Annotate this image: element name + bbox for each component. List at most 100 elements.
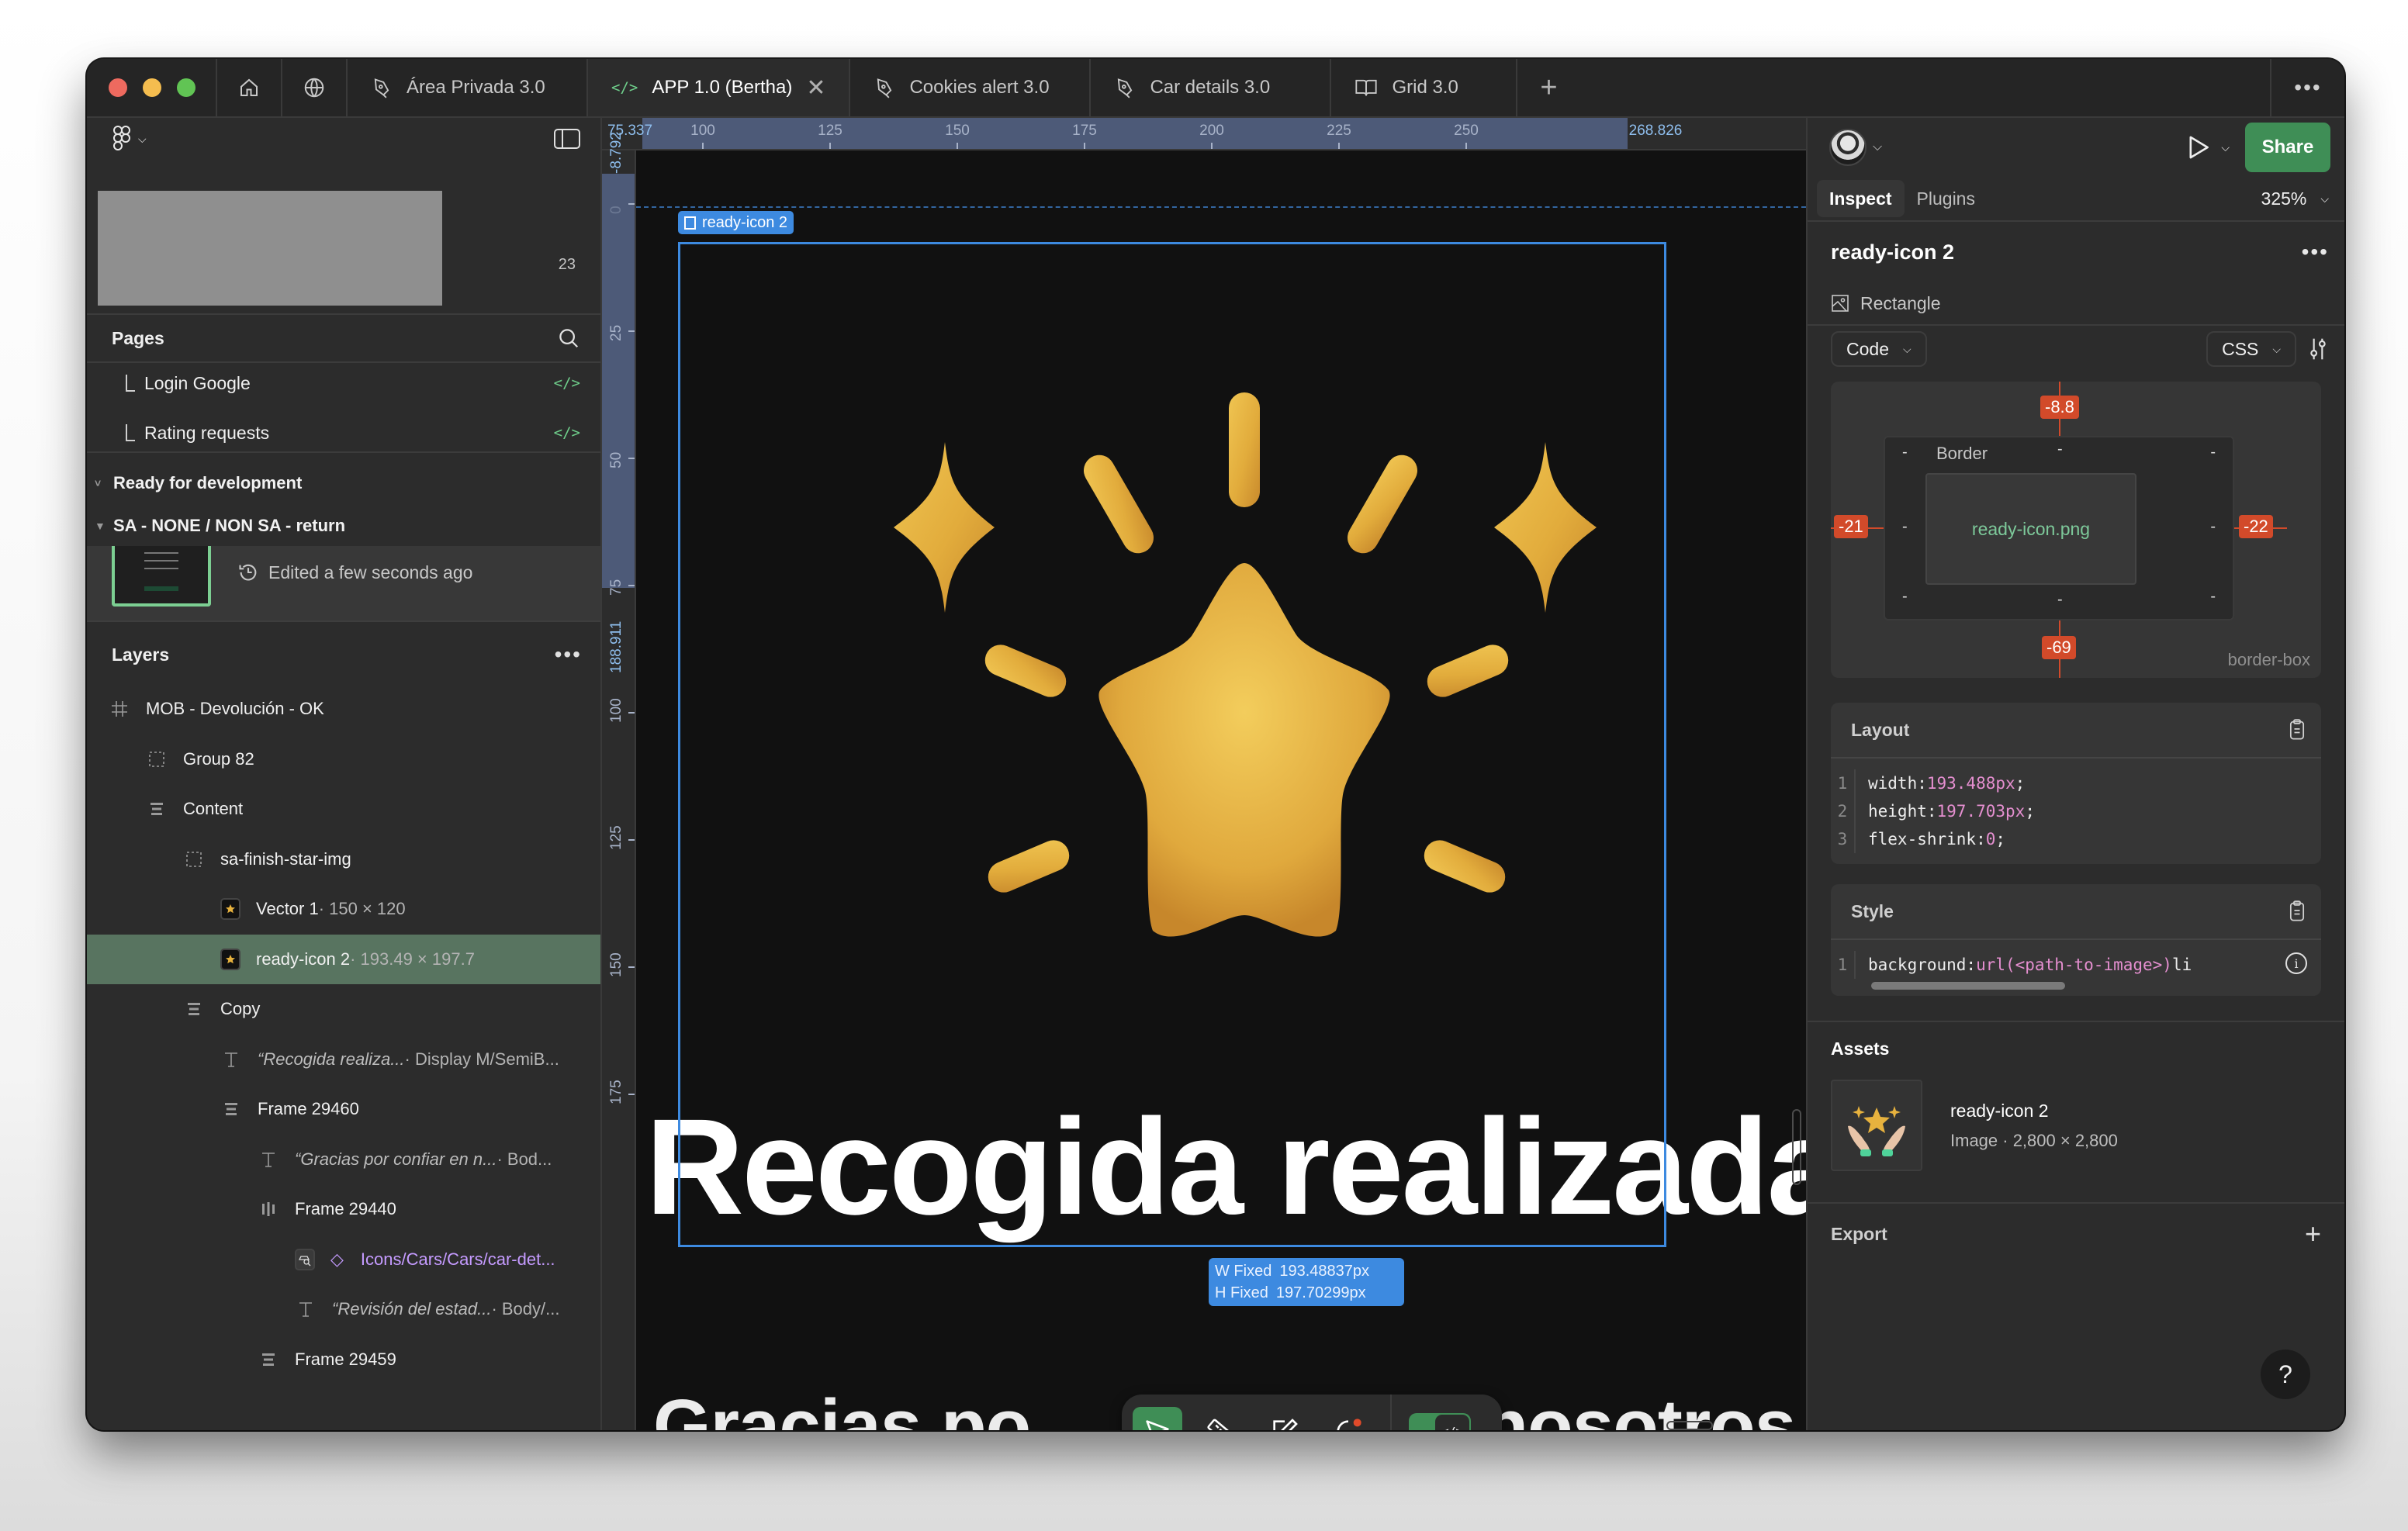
tab-label: Grid 3.0: [1392, 77, 1458, 98]
caret-down-icon: ▼: [95, 520, 106, 532]
layer-name: “Revisión del estad...: [332, 1299, 492, 1319]
node-more-button[interactable]: •••: [2302, 240, 2329, 264]
info-icon[interactable]: i: [2285, 952, 2307, 974]
more-options-button[interactable]: •••: [2270, 59, 2344, 116]
chevron-down-icon[interactable]: ⌵: [1873, 140, 1882, 154]
tab-app-bertha[interactable]: </> APP 1.0 (Bertha) ✕: [588, 59, 851, 116]
pages-title: Pages: [112, 327, 164, 348]
layer-row[interactable]: sa-finish-star-img: [87, 835, 600, 885]
page-label: Login Google: [144, 372, 251, 393]
community-button[interactable]: [282, 59, 348, 116]
tab-inspect[interactable]: Inspect: [1817, 180, 1905, 217]
ruler-tick-label: 50: [608, 451, 624, 468]
design-canvas[interactable]: ready-icon 2 Recogida realizada W Fixed …: [636, 150, 1806, 1430]
code-line: 1 background: url(<path-to-image>) li: [1831, 951, 2321, 979]
tab-area-privada[interactable]: Área Privada 3.0: [348, 59, 588, 116]
code-horizontal-scrollbar[interactable]: [1871, 982, 2065, 990]
tab-car-details[interactable]: Car details 3.0: [1091, 59, 1332, 116]
settings-sliders-icon[interactable]: [2307, 337, 2329, 361]
maximize-window-button[interactable]: [177, 78, 195, 97]
edit-pencil-icon: [1273, 1419, 1298, 1430]
tab-label: Cookies alert 3.0: [909, 77, 1050, 98]
home-button[interactable]: [217, 59, 282, 116]
layer-name: Frame 29459: [295, 1349, 396, 1369]
sidebar-header: ⌵: [87, 118, 600, 160]
ruler-tick-label: 0: [608, 206, 624, 214]
page-item-rating-requests[interactable]: Rating requests </>: [87, 414, 600, 451]
selection-frame[interactable]: [678, 242, 1666, 1247]
minimize-window-button[interactable]: [143, 78, 161, 97]
layer-row[interactable]: Group 82: [87, 734, 600, 785]
zoom-dropdown[interactable]: 325% ⌵: [2261, 188, 2329, 209]
help-button[interactable]: ?: [2261, 1350, 2310, 1399]
layer-row[interactable]: Content: [87, 784, 600, 835]
pen-tool-icon: [1118, 78, 1133, 98]
move-tool-button[interactable]: [1133, 1407, 1182, 1430]
layer-row[interactable]: Vector 1 · 150 × 120: [87, 884, 600, 935]
style-code[interactable]: 1 background: url(<path-to-image>) li i: [1831, 940, 2321, 979]
group-dashed-icon: [146, 748, 168, 770]
layer-row[interactable]: Frame 29440: [87, 1184, 600, 1235]
tab-label: Área Privada 3.0: [407, 77, 545, 98]
home-icon: [240, 78, 258, 96]
asset-item[interactable]: ready-icon 2 Image · 2,800 × 2,800: [1808, 1075, 2344, 1176]
layer-row[interactable]: “Revisión del estad... · Body/...: [87, 1284, 600, 1335]
layer-row[interactable]: Frame 29459: [87, 1335, 600, 1385]
close-window-button[interactable]: [109, 78, 127, 97]
layer-row[interactable]: MOB - Devolución - OK: [87, 684, 600, 734]
language-dropdown[interactable]: CSS ⌵: [2206, 331, 2296, 367]
dev-mode-toggle[interactable]: </>: [1409, 1413, 1471, 1430]
frame-card[interactable]: Edited a few seconds ago: [87, 546, 600, 622]
code-icon: </>: [1435, 1415, 1469, 1430]
user-avatar[interactable]: [1829, 129, 1867, 166]
new-tab-button[interactable]: +: [1517, 59, 1579, 116]
line-number: 3: [1831, 825, 1856, 853]
search-icon[interactable]: [557, 327, 580, 350]
book-icon: [1355, 79, 1378, 96]
close-tab-icon[interactable]: ✕: [806, 74, 825, 102]
layer-name: “Recogida realiza...: [258, 1049, 405, 1069]
comment-tool-button[interactable]: [1323, 1407, 1373, 1430]
copy-clipboard-icon[interactable]: [2289, 900, 2306, 922]
layer-row[interactable]: “Recogida realiza... · Display M/SemiB..…: [87, 1035, 600, 1085]
layer-row[interactable]: ◇ Icons/Cars/Cars/car-det...: [87, 1235, 600, 1285]
annotate-tool-button[interactable]: [1260, 1407, 1310, 1430]
section-sa-none[interactable]: ▼ SA - NONE / NON SA - return: [87, 506, 600, 546]
page-item-login-google[interactable]: Login Google </>: [87, 365, 600, 402]
tab-plugins[interactable]: Plugins: [1905, 180, 1988, 217]
layers-more-button[interactable]: •••: [555, 642, 582, 667]
section-ready-for-development[interactable]: ˅ Ready for development: [87, 453, 600, 506]
share-button[interactable]: Share: [2245, 123, 2330, 172]
css-terminator: ;: [2025, 802, 2035, 821]
horizontal-scrollbar[interactable]: [1666, 1421, 1713, 1430]
horizontal-ruler: 75.337 268.826 100 125 150 175 200 225 250: [602, 118, 1806, 150]
tab-grid[interactable]: Grid 3.0: [1331, 59, 1518, 116]
toggle-sidebar-icon[interactable]: [554, 129, 580, 149]
layer-row[interactable]: ready-icon 2 · 193.49 × 197.7: [87, 934, 600, 984]
ruler-tick-label: 200: [1199, 123, 1224, 139]
layout-code[interactable]: 1 width: 193.488px; 2 height: 197.703px; 3 fl…: [1831, 759, 2321, 864]
ruler-selection-range: [642, 118, 1628, 149]
tab-cookies-alert[interactable]: Cookies alert 3.0: [850, 59, 1092, 116]
group-dashed-icon: [183, 848, 205, 870]
margin-top-badge: -8.8: [2040, 396, 2079, 419]
layer-row[interactable]: Copy: [87, 984, 600, 1035]
code-dropdown[interactable]: Code ⌵: [1831, 331, 1927, 367]
copy-clipboard-icon[interactable]: [2289, 719, 2306, 741]
present-button[interactable]: ⌵: [2187, 135, 2230, 160]
ruler-tick-label: 175: [608, 1080, 624, 1104]
layers-header: Layers •••: [87, 625, 600, 684]
style-code-card: Style 1 background: url(<path-to-image>) …: [1831, 884, 2321, 996]
layer-name: “Gracias por confiar en n...: [295, 1149, 497, 1169]
measure-tool-button[interactable]: [1196, 1407, 1246, 1430]
main-menu-button[interactable]: ⌵: [113, 126, 147, 152]
layer-row[interactable]: “Gracias por confiar en n... · Bod...: [87, 1135, 600, 1185]
ruler-icon: [1207, 1419, 1235, 1430]
code-options-row: Code ⌵ CSS ⌵: [1808, 326, 2344, 372]
layer-row[interactable]: Frame 29460: [87, 1084, 600, 1135]
ruler-tick-label: 250: [1454, 123, 1479, 139]
vertical-scrollbar[interactable]: [1792, 1109, 1801, 1185]
ruler-tick-label: 100: [690, 123, 715, 139]
ruler-selection-range: [602, 174, 635, 588]
add-export-button[interactable]: +: [2305, 1218, 2321, 1250]
